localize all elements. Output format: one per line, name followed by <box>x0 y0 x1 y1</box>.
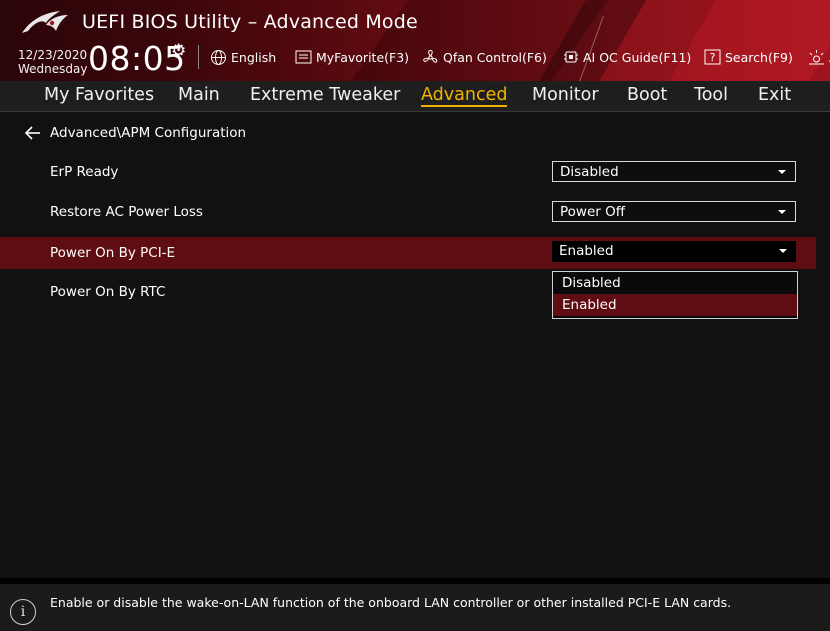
help-text: Enable or disable the wake-on-LAN functi… <box>50 595 732 610</box>
main-nav: My Favorites Main Extreme Tweaker Advanc… <box>0 81 830 112</box>
ai-oc-icon <box>564 51 578 63</box>
app-title: UEFI BIOS Utility – Advanced Mode <box>82 11 418 33</box>
weekday-value: Wednesday <box>18 62 88 76</box>
qfan-label: Qfan Control(F6) <box>443 49 547 65</box>
help-bar: i Enable or disable the wake-on-LAN func… <box>0 584 830 631</box>
rog-logo-icon <box>22 11 68 33</box>
chevron-down-icon <box>778 210 786 214</box>
tab-my-favorites[interactable]: My Favorites <box>44 85 154 105</box>
settings-panel: Advanced\APM Configuration ErP Ready Dis… <box>0 112 830 578</box>
tab-main[interactable]: Main <box>178 85 220 105</box>
setting-label: Power On By RTC <box>50 284 166 300</box>
option-label: Disabled <box>562 275 621 291</box>
back-arrow-icon[interactable] <box>24 125 42 141</box>
help-search-icon: ? <box>704 49 721 65</box>
select-value: Enabled <box>559 243 614 259</box>
tab-extreme-tweaker[interactable]: Extreme Tweaker <box>250 85 400 105</box>
setting-label: ErP Ready <box>50 164 119 180</box>
dropdown-option-disabled[interactable]: Disabled <box>553 272 797 294</box>
fan-icon <box>423 49 438 63</box>
erp-ready-select[interactable]: Disabled <box>552 161 796 182</box>
globe-icon <box>211 49 226 65</box>
tab-exit[interactable]: Exit <box>758 85 791 105</box>
date-display: 12/23/2020 Wednesday <box>18 48 87 76</box>
header-bar: UEFI BIOS Utility – Advanced Mode 12/23/… <box>0 0 830 81</box>
header-decoration <box>658 0 830 81</box>
aura-button[interactable]: A <box>808 48 830 66</box>
date-value: 12/23/2020 <box>18 48 88 62</box>
ai-oc-label: AI OC Guide(F11) <box>583 49 692 65</box>
tab-boot[interactable]: Boot <box>627 85 667 105</box>
svg-text:?: ? <box>710 51 716 64</box>
select-value: Disabled <box>560 164 619 180</box>
ai-oc-guide-button[interactable]: AI OC Guide(F11) <box>563 48 691 66</box>
tab-advanced[interactable]: Advanced <box>421 85 508 107</box>
breadcrumb: Advanced\APM Configuration <box>50 125 247 141</box>
power-on-by-pcie-select[interactable]: Enabled <box>552 241 796 262</box>
tab-monitor[interactable]: Monitor <box>532 85 599 105</box>
setting-label: Power On By PCI-E <box>50 245 176 261</box>
search-label: Search(F9) <box>725 49 793 65</box>
gear-icon[interactable]: ⚙ <box>171 41 186 61</box>
chevron-down-icon <box>778 170 786 174</box>
language-label: English <box>231 49 277 65</box>
info-icon: i <box>10 599 36 625</box>
restore-ac-power-loss-select[interactable]: Power Off <box>552 201 796 222</box>
myfavorite-button[interactable]: MyFavorite(F3) <box>295 48 409 66</box>
setting-label: Restore AC Power Loss <box>50 204 203 220</box>
favorite-icon <box>295 50 312 64</box>
divider <box>198 45 199 69</box>
search-button[interactable]: ? Search(F9) <box>704 48 793 66</box>
tab-tool[interactable]: Tool <box>694 85 728 105</box>
aura-icon <box>809 49 824 64</box>
select-value: Power Off <box>560 204 626 220</box>
myfavorite-label: MyFavorite(F3) <box>316 49 410 65</box>
option-label: Enabled <box>562 297 617 313</box>
qfan-control-button[interactable]: Qfan Control(F6) <box>422 48 547 66</box>
dropdown-option-enabled[interactable]: Enabled <box>553 294 797 316</box>
language-button[interactable]: English <box>210 48 276 66</box>
chevron-down-icon <box>779 249 787 253</box>
dropdown-list: Disabled Enabled <box>552 271 798 319</box>
